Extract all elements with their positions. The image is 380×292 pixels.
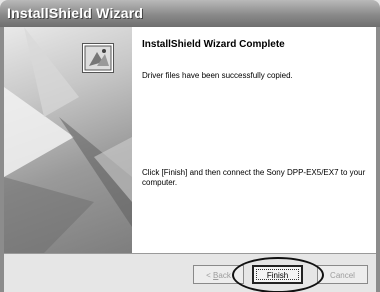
status-message: Driver files have been successfully copi…	[142, 71, 293, 80]
wizard-content-panel: InstallShield Wizard Complete Driver fil…	[4, 27, 376, 253]
wizard-heading: InstallShield Wizard Complete	[142, 39, 285, 50]
back-button-prefix: <	[206, 271, 214, 280]
installshield-wizard-window: InstallShield Wizard InstallShield Wizar…	[0, 0, 380, 292]
window-title: InstallShield Wizard	[7, 5, 144, 21]
back-button-rest: ack	[218, 271, 231, 280]
window-frame-right	[376, 27, 380, 292]
installshield-wizard-icon	[82, 43, 114, 73]
cancel-button[interactable]: Cancel	[317, 265, 368, 284]
title-bar[interactable]: InstallShield Wizard	[0, 0, 380, 27]
wizard-side-banner	[4, 27, 132, 253]
instruction-message: Click [Finish] and then connect the Sony…	[142, 168, 366, 187]
finish-highlight-circle	[232, 257, 324, 292]
